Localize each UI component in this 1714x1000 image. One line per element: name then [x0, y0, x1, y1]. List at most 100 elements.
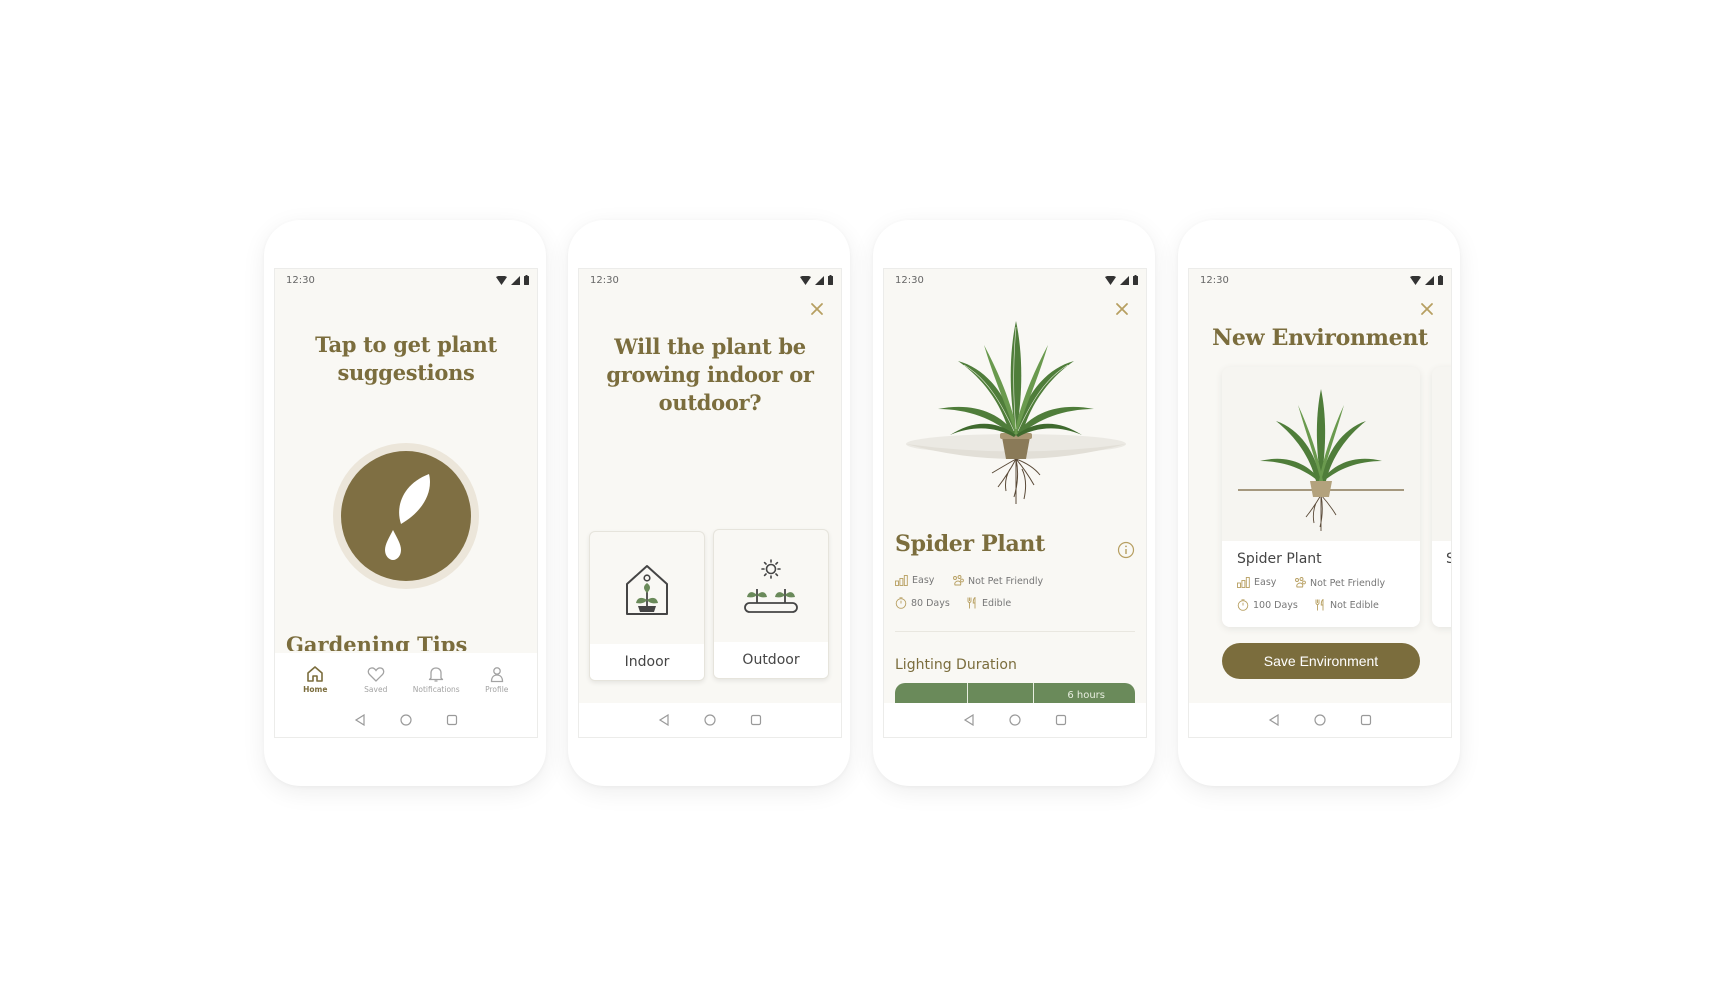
- close-icon[interactable]: [1419, 301, 1435, 317]
- home-circle-icon[interactable]: [1314, 714, 1326, 726]
- option-label: Outdoor: [714, 642, 828, 678]
- home-circle-icon[interactable]: [400, 714, 412, 726]
- bottom-tab-bar: Home Saved Notifications Profile: [275, 653, 537, 705]
- back-icon[interactable]: [658, 714, 670, 726]
- difficulty-bars-icon: [1237, 577, 1250, 588]
- signal-icon: [1425, 275, 1434, 285]
- page-title: Tap to get plant suggestions: [315, 332, 497, 385]
- tab-notifications[interactable]: Notifications: [406, 653, 466, 705]
- difficulty-bars-icon: [895, 575, 908, 586]
- tab-label: Notifications: [412, 684, 460, 694]
- wifi-icon: [496, 275, 507, 285]
- paw-icon: [1295, 577, 1306, 588]
- tab-saved[interactable]: Saved: [346, 653, 406, 705]
- plant-name: Spider Plant: [895, 531, 1045, 557]
- environment-type-screen: 12:30 Will the plant be growing indoor o…: [578, 268, 842, 738]
- signal-icon: [815, 275, 824, 285]
- plant-suggestion-button[interactable]: [333, 443, 479, 589]
- bar-segment-divider: [967, 683, 968, 703]
- gardening-tips-heading: Gardening Tips: [286, 632, 468, 651]
- back-icon[interactable]: [963, 714, 975, 726]
- difficulty-value: Easy: [912, 575, 935, 586]
- fork-knife-icon: [967, 597, 976, 609]
- edible-value: Not Edible: [1330, 599, 1379, 611]
- phone-frame-plant-detail: 12:30 Spider Plant Easy Not Pet Friendly…: [873, 220, 1155, 786]
- info-icon[interactable]: [1117, 541, 1135, 559]
- recents-icon[interactable]: [446, 714, 458, 726]
- close-icon[interactable]: [809, 301, 825, 317]
- tab-home[interactable]: Home: [285, 653, 345, 705]
- days-value: 100 Days: [1253, 599, 1298, 611]
- edible-meta: Not Edible: [1314, 599, 1379, 611]
- plant-card-info: Spider Plant Easy Not Pet Friendly 100 D…: [1222, 541, 1420, 627]
- system-nav-bar: [1189, 703, 1451, 737]
- phone-frame-home: 12:30 Tap to get plant suggestions Garde…: [264, 220, 546, 786]
- difficulty-meta: Easy: [895, 575, 934, 586]
- lighting-duration-bar: 6 hours: [895, 683, 1135, 703]
- recents-icon[interactable]: [750, 714, 762, 726]
- status-time: 12:30: [895, 274, 924, 286]
- save-environment-button[interactable]: Save Environment: [1222, 643, 1420, 679]
- home-icon: [307, 665, 324, 682]
- tab-label: Profile: [485, 684, 509, 694]
- plant-card-info: S: [1432, 541, 1451, 627]
- bell-icon: [429, 666, 444, 682]
- pet-meta: Not Pet Friendly: [952, 575, 1043, 587]
- home-circle-icon[interactable]: [1009, 714, 1021, 726]
- system-nav-bar: [884, 703, 1146, 737]
- battery-icon: [1133, 275, 1138, 285]
- pet-meta: Not Pet Friendly: [1294, 577, 1385, 589]
- battery-icon: [524, 275, 529, 285]
- system-nav-bar: [579, 703, 841, 737]
- seed-drop-icon: [385, 474, 430, 560]
- pet-value: Not Pet Friendly: [1310, 577, 1386, 589]
- home-screen: 12:30 Tap to get plant suggestions Garde…: [274, 268, 538, 738]
- spider-plant-illustration: [906, 321, 1126, 504]
- lighting-duration-heading: Lighting Duration: [895, 657, 1017, 673]
- home-circle-icon[interactable]: [704, 714, 716, 726]
- pet-value: Not Pet Friendly: [968, 575, 1044, 587]
- timer-icon: [1237, 599, 1249, 611]
- plant-card[interactable]: Spider Plant Easy Not Pet Friendly 100 D…: [1222, 367, 1420, 627]
- back-icon[interactable]: [354, 714, 366, 726]
- indoor-option-card[interactable]: Indoor: [589, 531, 705, 681]
- wifi-icon: [800, 275, 811, 285]
- battery-icon: [1438, 275, 1443, 285]
- days-meta: 80 Days: [895, 597, 950, 609]
- status-bar: 12:30: [275, 269, 537, 291]
- status-bar: 12:30: [579, 269, 841, 291]
- phone-frame-environment-type: 12:30 Will the plant be growing indoor o…: [568, 220, 850, 786]
- recents-icon[interactable]: [1360, 714, 1372, 726]
- back-icon[interactable]: [1268, 714, 1280, 726]
- difficulty-value: Easy: [1254, 577, 1277, 588]
- outdoor-option-card[interactable]: Outdoor: [713, 529, 829, 679]
- indoor-house-plant-icon: [626, 565, 668, 615]
- status-time: 12:30: [590, 274, 619, 286]
- tab-label: Home: [303, 684, 328, 694]
- tab-profile[interactable]: Profile: [467, 653, 527, 705]
- next-plant-card[interactable]: S: [1432, 367, 1451, 627]
- page-title: New Environment: [1212, 325, 1428, 351]
- paw-icon: [953, 575, 964, 586]
- outdoor-sun-plants-icon: [744, 559, 798, 613]
- option-label: Indoor: [590, 644, 704, 680]
- tab-label: Saved: [364, 684, 388, 694]
- edible-meta: Edible: [966, 597, 1011, 609]
- plant-name-peek: S: [1446, 551, 1451, 567]
- seed-button-core[interactable]: [341, 451, 471, 581]
- wifi-icon: [1410, 275, 1421, 285]
- wifi-icon: [1105, 275, 1116, 285]
- plant-name: Spider Plant: [1237, 551, 1322, 567]
- question-title: Will the plant be growing indoor or outd…: [606, 334, 814, 415]
- status-time: 12:30: [1200, 274, 1229, 286]
- timer-icon: [895, 597, 907, 609]
- heart-icon: [367, 666, 385, 682]
- days-value: 80 Days: [911, 597, 950, 609]
- edible-value: Edible: [982, 597, 1012, 609]
- recents-icon[interactable]: [1055, 714, 1067, 726]
- fork-knife-icon: [1315, 599, 1324, 611]
- profile-icon: [490, 666, 503, 682]
- bar-segment-divider: [1033, 683, 1034, 703]
- section-divider: [895, 631, 1135, 632]
- status-bar: 12:30: [884, 269, 1146, 291]
